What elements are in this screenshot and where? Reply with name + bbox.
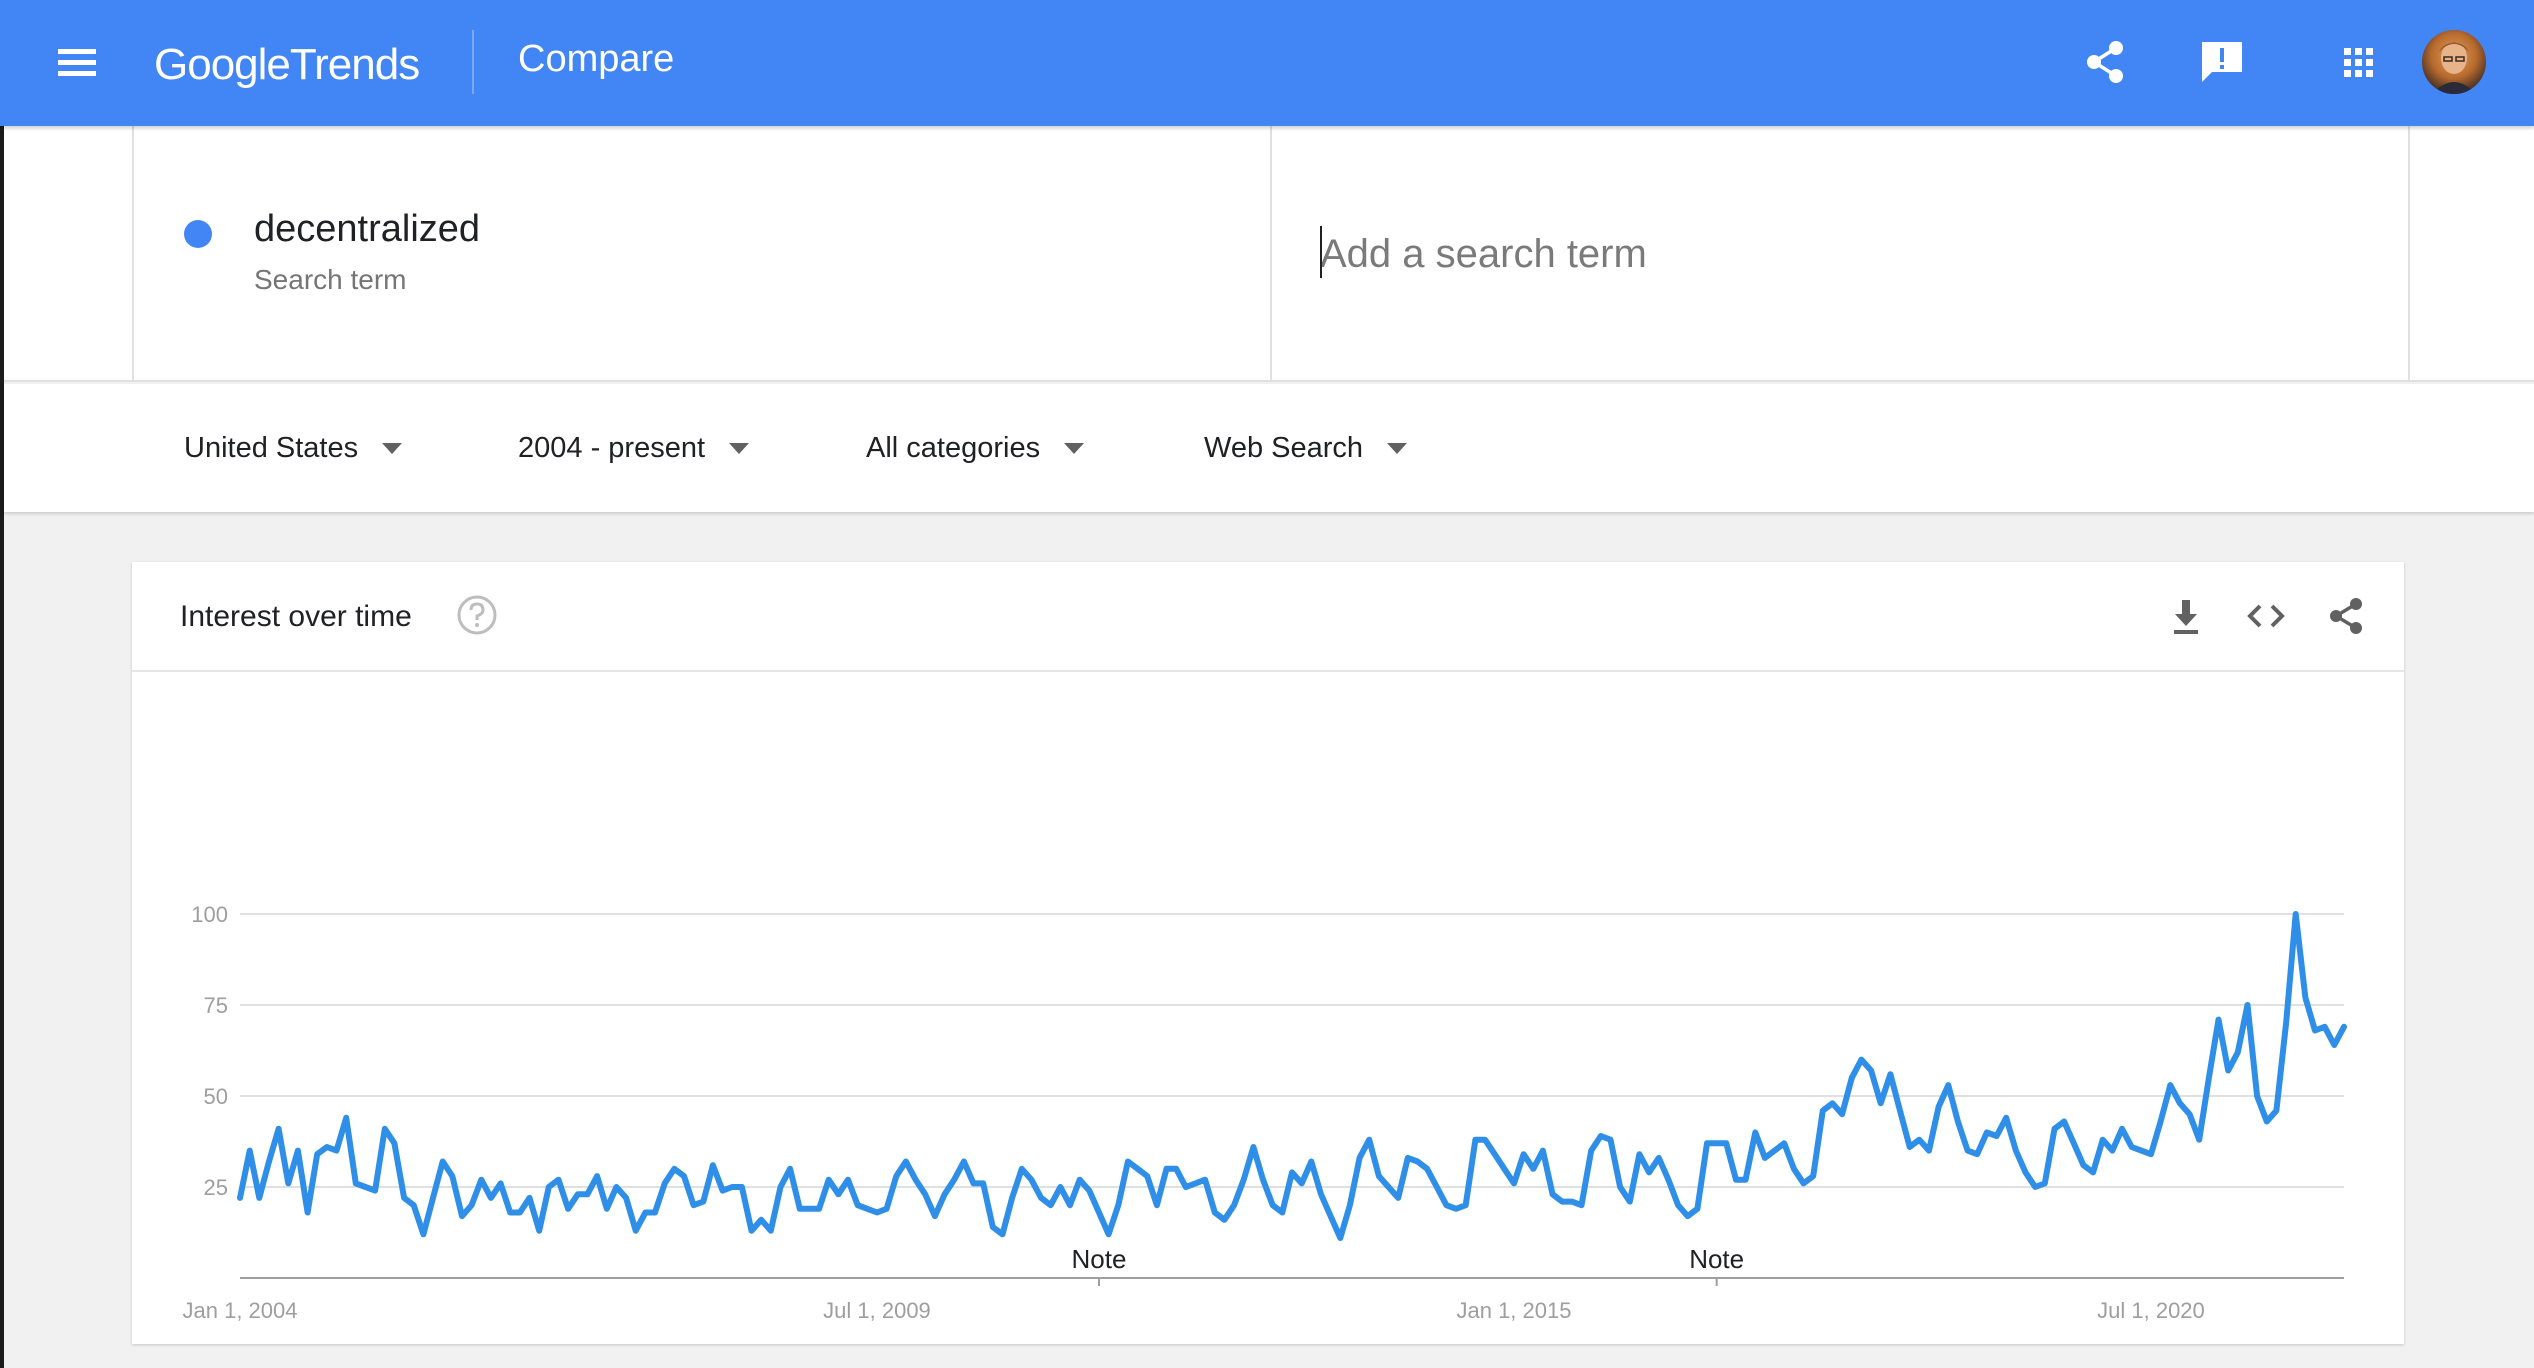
y-tick-label: 100 bbox=[191, 902, 228, 927]
time-range-dropdown-label: 2004 - present bbox=[518, 431, 706, 464]
card-title: Interest over time bbox=[180, 600, 412, 633]
note-annotation[interactable]: Note bbox=[1072, 1244, 1127, 1274]
help-icon[interactable] bbox=[456, 594, 498, 636]
dropdown-arrow-icon bbox=[1064, 442, 1085, 454]
apps-grid-icon[interactable] bbox=[2326, 30, 2390, 94]
y-tick-label: 25 bbox=[204, 1175, 228, 1200]
app-header: GoogleTrends Compare bbox=[0, 0, 2534, 126]
card-header: Interest over time bbox=[132, 562, 2404, 672]
search-term-name: decentralized bbox=[254, 208, 481, 250]
region-dropdown-label: United States bbox=[184, 431, 359, 464]
y-tick-label: 50 bbox=[204, 1084, 228, 1109]
search-term-card[interactable]: decentralized Search term bbox=[132, 126, 1272, 380]
share-icon[interactable] bbox=[2322, 592, 2370, 640]
download-icon[interactable] bbox=[2162, 592, 2210, 640]
x-tick-label: Jan 1, 2004 bbox=[183, 1298, 298, 1323]
page-title: Compare bbox=[518, 38, 675, 80]
interest-over-time-chart: 100 75 50 25 Jan 1, 2004 Jul 1, 2009 Jan 1, 2… bbox=[183, 902, 2347, 1323]
time-range-dropdown[interactable]: 2004 - present bbox=[518, 428, 750, 468]
embed-code-icon[interactable] bbox=[2242, 592, 2290, 640]
search-term-sublabel: Search term bbox=[254, 264, 407, 295]
series-line-decentralized[interactable] bbox=[237, 911, 2347, 1241]
note-annotation[interactable]: Note bbox=[1689, 1244, 1744, 1274]
logo-trends-text: Trends bbox=[289, 40, 420, 89]
avatar[interactable] bbox=[2422, 30, 2486, 94]
series-color-dot bbox=[184, 220, 212, 248]
add-term-card[interactable] bbox=[1274, 126, 2410, 380]
search-property-dropdown-label: Web Search bbox=[1204, 431, 1364, 464]
x-tick-label: Jul 1, 2020 bbox=[2097, 1298, 2205, 1323]
x-tick-label: Jul 1, 2009 bbox=[823, 1298, 931, 1323]
region-dropdown[interactable]: United States bbox=[184, 428, 403, 468]
share-icon[interactable] bbox=[2074, 30, 2138, 94]
x-tick-label: Jan 1, 2015 bbox=[1456, 1298, 1571, 1323]
search-terms-panel: decentralized Search term bbox=[4, 126, 2534, 382]
feedback-icon[interactable] bbox=[2190, 30, 2254, 94]
search-property-dropdown[interactable]: Web Search bbox=[1204, 428, 1408, 468]
text-caret bbox=[1320, 226, 1322, 278]
menu-icon[interactable] bbox=[46, 36, 106, 90]
y-tick-label: 75 bbox=[204, 993, 228, 1018]
dropdown-arrow-icon bbox=[382, 442, 403, 454]
category-dropdown-label: All categories bbox=[866, 431, 1041, 464]
add-search-term-input[interactable] bbox=[1320, 224, 2320, 284]
filters-bar: United States 2004 - present All categor… bbox=[4, 384, 2534, 512]
interest-over-time-card: Interest over time 100 75 50 25 Jan 1, 2… bbox=[132, 562, 2404, 1344]
dropdown-arrow-icon bbox=[729, 442, 750, 454]
category-dropdown[interactable]: All categories bbox=[866, 428, 1085, 468]
dropdown-arrow-icon bbox=[1387, 442, 1408, 454]
header-divider bbox=[472, 30, 474, 94]
google-trends-logo[interactable]: GoogleTrends bbox=[154, 40, 420, 90]
logo-google-text: Google bbox=[154, 40, 291, 89]
